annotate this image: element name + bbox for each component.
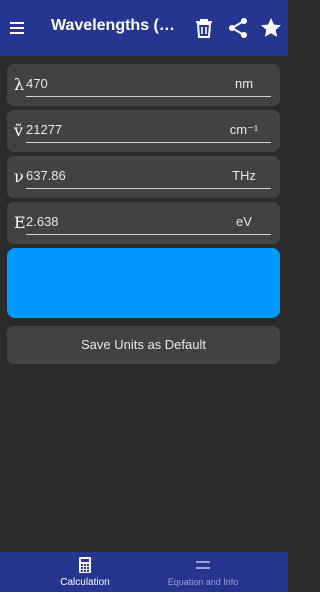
wavenumber-unit-select[interactable]: cm⁻¹ [217,123,271,143]
app-bar: Wavelengths (λ/ṽ/… [0,0,288,56]
trash-icon[interactable] [192,16,216,40]
wavenumber-input[interactable]: 21277 [26,123,218,143]
bottom-navigation: Calculation Equation and Info [0,552,288,592]
nav-equation-info-label: Equation and Info [167,577,239,587]
save-units-button[interactable]: Save Units as Default [7,326,280,364]
equals-icon [196,561,210,569]
wavenumber-symbol: ṽ [14,121,24,140]
wavenumber-row: ṽ 21277 cm⁻¹ [7,110,280,152]
energy-unit-select[interactable]: eV [217,215,271,235]
menu-icon[interactable] [10,16,30,40]
wavelength-row: λ 470 nm [7,64,280,106]
share-icon[interactable] [226,16,250,40]
wavelength-symbol: λ [14,75,25,94]
energy-symbol: E [14,213,26,232]
app-title: Wavelengths (λ/ṽ/… [51,17,181,34]
frequency-unit-select[interactable]: THz [217,169,271,189]
energy-input[interactable]: 2.638 [26,215,218,235]
frequency-row: ν 637.86 THz [7,156,280,198]
color-swatch [7,248,280,318]
nav-equation-info[interactable]: Equation and Info [131,552,275,592]
star-icon[interactable] [259,16,283,40]
wavelength-input[interactable]: 470 [26,77,218,97]
frequency-input[interactable]: 637.86 [26,169,218,189]
frequency-symbol: ν [14,167,24,186]
calculator-icon [79,557,91,573]
energy-row: E 2.638 eV [7,202,280,244]
wavelength-unit-select[interactable]: nm [217,77,271,97]
